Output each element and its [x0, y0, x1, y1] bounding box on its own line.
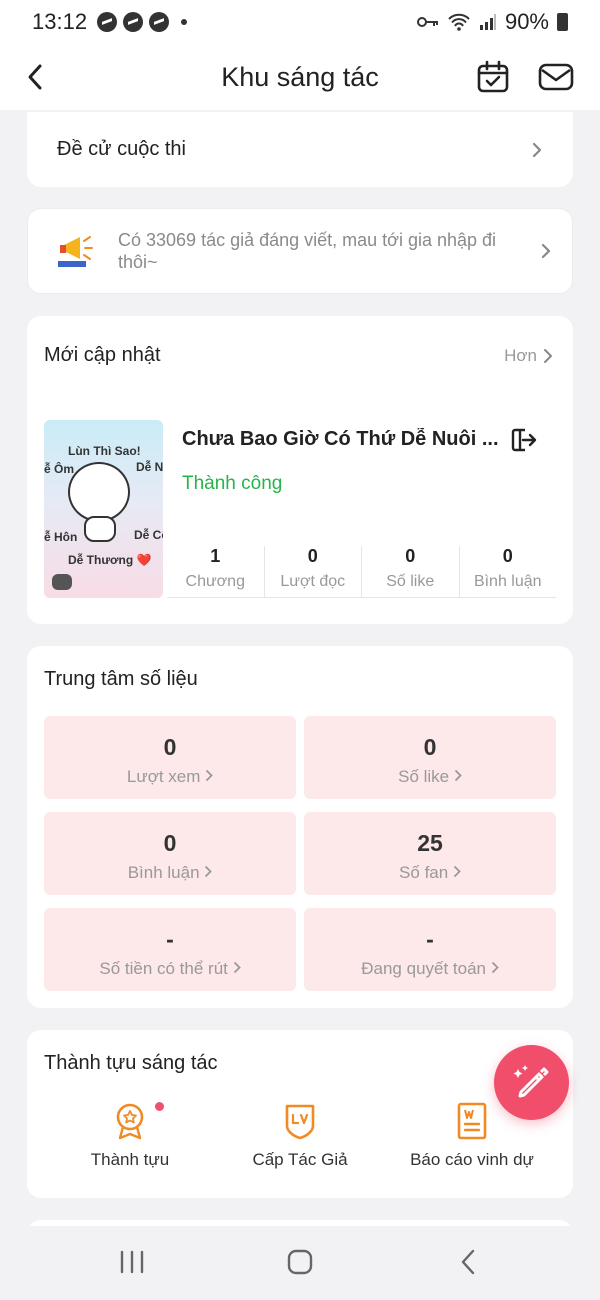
achievement-label: Báo cáo vinh dự [410, 1150, 534, 1169]
battery-level: 90% [504, 9, 549, 34]
author-announcement[interactable]: Có 33069 tác giả đáng viết, mau tới gia … [27, 208, 573, 294]
book-stats: 1 Chương 0 Lượt đọc 0 Số like 0 Bình luậ… [167, 546, 556, 598]
section-title: Thành tựu sáng tác [44, 1052, 218, 1074]
chevron-right-icon [233, 961, 241, 974]
chevron-right-icon [453, 865, 461, 878]
chevron-right-icon [491, 961, 499, 974]
wifi-icon [448, 13, 470, 31]
data-center-section: Trung tâm số liệu 0 Lượt xem 0 Số like 0… [27, 646, 573, 1008]
chevron-right-icon [454, 769, 462, 782]
calendar-check-icon[interactable] [476, 60, 510, 94]
announcement-text: Có 33069 tác giả đáng viết, mau tới gia … [118, 230, 497, 272]
chevron-right-icon [532, 142, 542, 157]
medal-icon [116, 1103, 144, 1140]
more-notifications-icon [181, 19, 188, 25]
cover-text: Dễ Cõ [134, 528, 163, 542]
stat-likes: 0 Số like [362, 546, 460, 597]
key-icon [416, 17, 438, 27]
stat-value: 0 [405, 546, 416, 566]
back-arrow-icon[interactable] [22, 60, 52, 94]
chevron-right-icon [544, 349, 552, 363]
chevron-right-icon [541, 243, 551, 259]
recent-updates-section: Mới cập nhật Hơn Lùn Thì Sao! ễ Ôm Dễ N … [27, 316, 573, 624]
tile-value: 0 [163, 734, 177, 760]
megaphone-icon [58, 236, 93, 267]
tile-label: Lượt xem [44, 767, 296, 787]
stat-chapters: 1 Chương [167, 546, 265, 597]
stat-value: 0 [502, 546, 513, 566]
signal-icon [479, 14, 496, 30]
pencil-sparkle-icon [513, 1065, 549, 1098]
tile-value: 25 [417, 830, 443, 856]
write-floating-button[interactable] [494, 1045, 569, 1120]
chevron-right-icon [206, 769, 213, 782]
cover-text: Dễ Thương ❤️ [68, 553, 152, 567]
system-navigation-bar [0, 1226, 600, 1300]
stat-label: Số like [386, 573, 435, 590]
book-cover[interactable]: Lùn Thì Sao! ễ Ôm Dễ N ễ Hôn Dễ Cõ Dễ Th… [44, 420, 163, 598]
achievements-section: Thành tựu sáng tác Thành tựu Cấp Tác Giả… [27, 1030, 573, 1198]
page-title: Khu sáng tác [221, 61, 379, 92]
stat-comments: 0 Bình luận [460, 546, 557, 597]
book-title[interactable]: Chưa Bao Giờ Có Thứ Dễ Nuôi ... [182, 428, 500, 451]
notification-icons [97, 12, 188, 32]
tile-value: 0 [163, 830, 177, 856]
tile-label: Đang quyết toán [304, 959, 556, 979]
status-bar: 13:12 90% [0, 0, 600, 44]
cover-text: ễ Ôm [44, 462, 75, 476]
app-header: Khu sáng tác [0, 44, 600, 110]
cover-character [68, 462, 130, 522]
data-tiles: 0 Lượt xem 0 Số like 0 Bình luận 25 Số f… [44, 716, 556, 991]
contest-row[interactable]: Đề cử cuộc thi [27, 112, 573, 187]
achievement-label: Thành tựu [90, 1150, 170, 1169]
tile-comments[interactable]: 0 Bình luận [44, 812, 296, 895]
tile-label: Số tiền có thể rút [44, 959, 296, 979]
tile-settlement[interactable]: - Đang quyết toán [304, 908, 556, 991]
more-label: Hơn [504, 346, 537, 365]
level-badge-icon [285, 1104, 315, 1140]
contest-label: Đề cử cuộc thi [57, 138, 186, 160]
battery-icon [557, 13, 568, 31]
tile-likes[interactable]: 0 Số like [304, 716, 556, 799]
author-level-item[interactable]: Cấp Tác Giả [245, 1102, 355, 1170]
tile-views[interactable]: 0 Lượt xem [44, 716, 296, 799]
status-time: 13:12 [32, 9, 88, 34]
messenger-icon [123, 12, 144, 32]
tile-fans[interactable]: 25 Số fan [304, 812, 556, 895]
cover-text: Dễ N [136, 460, 163, 474]
recent-apps-icon[interactable] [118, 1248, 146, 1276]
tile-value: 0 [423, 734, 437, 760]
cover-text: Lùn Thì Sao! [68, 444, 141, 458]
report-document-icon [457, 1102, 487, 1140]
chat-bubble-icon [52, 574, 72, 590]
back-icon[interactable] [458, 1248, 478, 1276]
achievement-item[interactable]: Thành tựu [87, 1102, 173, 1170]
stat-value: 0 [307, 546, 318, 566]
more-link[interactable]: Hơn [504, 346, 553, 366]
cover-character-body [84, 516, 116, 542]
section-title: Trung tâm số liệu [44, 668, 198, 690]
cover-text: ễ Hôn [44, 530, 78, 544]
stat-label: Bình luận [473, 573, 542, 590]
tile-label: Số like [304, 767, 556, 787]
stat-value: 1 [210, 546, 221, 566]
notification-dot [155, 1102, 164, 1111]
messenger-icon [149, 12, 170, 32]
tile-label: Số fan [304, 863, 556, 883]
export-icon[interactable] [509, 426, 537, 454]
tile-withdrawable[interactable]: - Số tiền có thể rút [44, 908, 296, 991]
chevron-right-icon [205, 865, 213, 878]
tile-value: - [426, 926, 434, 952]
home-icon[interactable] [286, 1248, 314, 1276]
tile-label: Bình luận [44, 863, 296, 883]
section-title: Mới cập nhật [44, 344, 161, 366]
stat-reads: 0 Lượt đọc [265, 546, 362, 597]
achievement-label: Cấp Tác Giả [252, 1150, 348, 1169]
tile-value: - [166, 926, 174, 952]
stat-label: Lượt đọc [280, 573, 346, 590]
messenger-icon [97, 12, 118, 32]
publish-status: Thành công [182, 473, 283, 494]
mail-icon[interactable] [538, 62, 574, 92]
stat-label: Chương [185, 573, 245, 590]
